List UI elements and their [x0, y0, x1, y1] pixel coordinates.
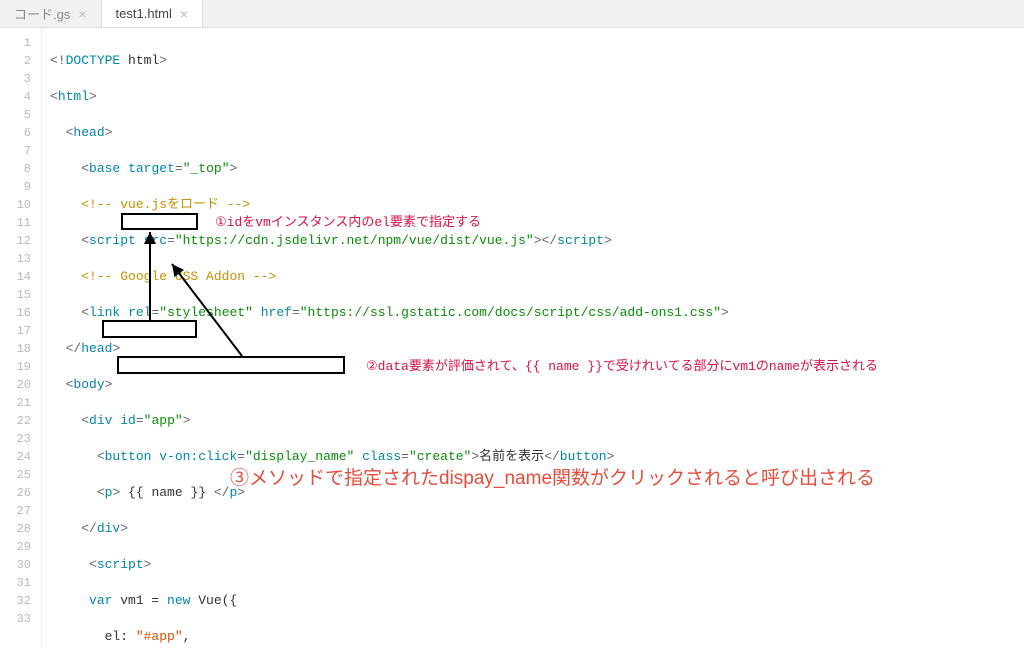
- line-number: 13: [4, 250, 31, 268]
- tab-label: コード.gs: [14, 4, 70, 23]
- line-number: 28: [4, 520, 31, 538]
- line-number: 33: [4, 610, 31, 628]
- code-content[interactable]: <!DOCTYPE html> <html> <head> <base targ…: [42, 28, 1024, 648]
- tab-code-gs[interactable]: コード.gs ×: [0, 0, 102, 27]
- line-number: 27: [4, 502, 31, 520]
- annotation-arrows: [42, 28, 1024, 648]
- box-name-data: [117, 356, 345, 374]
- line-number: 20: [4, 376, 31, 394]
- line-number: 1: [4, 34, 31, 52]
- line-number: 4: [4, 88, 31, 106]
- annotation-3: ③メソッドで指定されたdispay_name関数がクリックされると呼び出される: [230, 470, 875, 488]
- editor-window: コード.gs × test1.html × 123456789101112131…: [0, 0, 1024, 648]
- line-gutter: 1234567891011121314151617181920212223242…: [0, 28, 42, 648]
- line-number: 23: [4, 430, 31, 448]
- line-number: 30: [4, 556, 31, 574]
- line-number: 3: [4, 70, 31, 88]
- line-number: 15: [4, 286, 31, 304]
- line-number: 12: [4, 232, 31, 250]
- box-id-app: [121, 213, 198, 230]
- tab-label: test1.html: [116, 6, 172, 21]
- line-number: 11: [4, 214, 31, 232]
- line-number: 2: [4, 52, 31, 70]
- line-number: 29: [4, 538, 31, 556]
- line-number: 24: [4, 448, 31, 466]
- line-number: 7: [4, 142, 31, 160]
- line-number: 16: [4, 304, 31, 322]
- line-number: 6: [4, 124, 31, 142]
- line-number: 10: [4, 196, 31, 214]
- line-number: 32: [4, 592, 31, 610]
- box-el-app: [102, 320, 197, 338]
- line-number: 25: [4, 466, 31, 484]
- line-number: 9: [4, 178, 31, 196]
- tab-bar: コード.gs × test1.html ×: [0, 0, 1024, 28]
- line-number: 26: [4, 484, 31, 502]
- annotation-1: ①idをvmインスタンス内のel要素で指定する: [215, 214, 481, 232]
- line-number: 21: [4, 394, 31, 412]
- line-number: 8: [4, 160, 31, 178]
- line-number: 17: [4, 322, 31, 340]
- close-icon[interactable]: ×: [78, 7, 86, 21]
- line-number: 18: [4, 340, 31, 358]
- line-number: 22: [4, 412, 31, 430]
- code-area: 1234567891011121314151617181920212223242…: [0, 28, 1024, 648]
- line-number: 19: [4, 358, 31, 376]
- tab-test1-html[interactable]: test1.html ×: [102, 0, 204, 27]
- close-icon[interactable]: ×: [180, 7, 188, 21]
- line-number: 5: [4, 106, 31, 124]
- line-number: 14: [4, 268, 31, 286]
- line-number: 31: [4, 574, 31, 592]
- annotation-2: ②data要素が評価されて、{{ name }}で受けれいてる部分にvm1のna…: [366, 358, 878, 376]
